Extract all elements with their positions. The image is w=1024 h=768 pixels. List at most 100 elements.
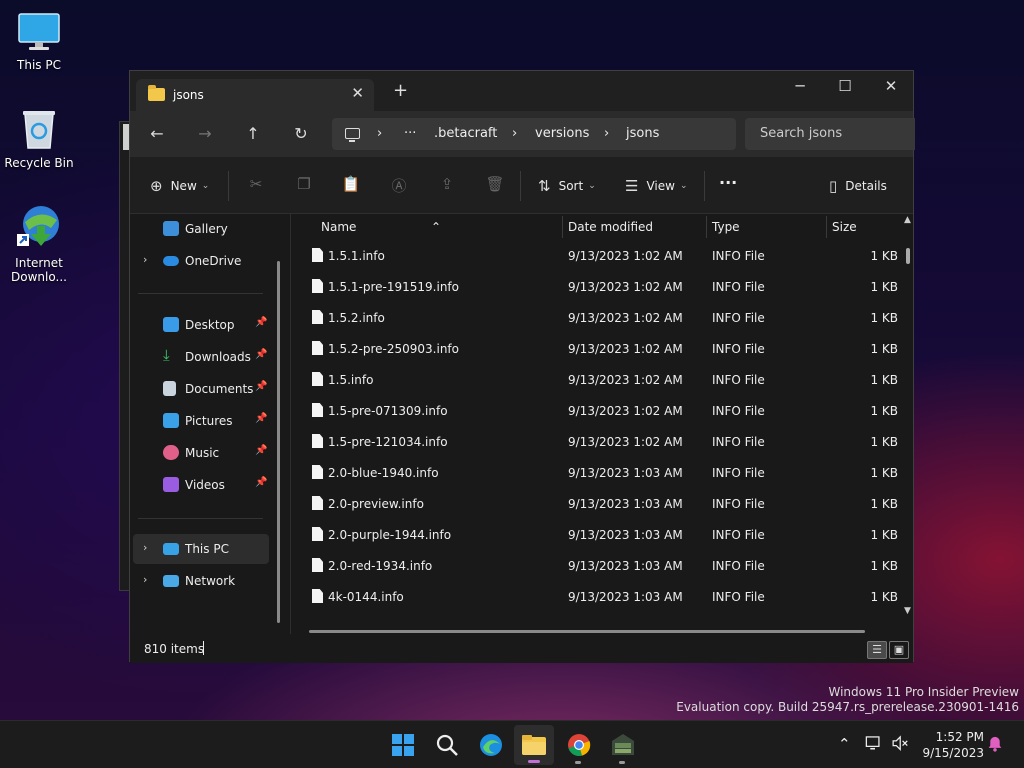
delete-icon[interactable]: 🗑 bbox=[485, 175, 505, 193]
refresh-icon[interactable]: ↻ bbox=[289, 123, 313, 145]
sort-button[interactable]: ⇅ Sort ⌄ bbox=[538, 177, 596, 195]
notification-bell-icon[interactable] bbox=[984, 733, 1006, 755]
table-row[interactable]: 1.5-pre-071309.info 9/13/2023 1:02 AM INFO… bbox=[291, 395, 901, 426]
desktop-icon-label: Recycle Bin bbox=[4, 156, 74, 170]
windows-start-icon[interactable] bbox=[389, 731, 417, 759]
scrollbar-thumb[interactable] bbox=[906, 248, 910, 264]
edge-browser-icon[interactable] bbox=[477, 731, 505, 759]
table-row[interactable]: 1.5.1.info 9/13/2023 1:02 AM INFO File 1 KB bbox=[291, 240, 901, 271]
nav-item-this-pc[interactable]: › This PC bbox=[133, 534, 269, 564]
close-tab-icon[interactable]: ✕ bbox=[351, 84, 364, 102]
onedrive-cloud-icon bbox=[163, 256, 179, 266]
search-input[interactable]: Search jsons bbox=[760, 126, 842, 141]
column-header-type[interactable]: Type bbox=[712, 220, 740, 234]
column-divider[interactable] bbox=[562, 216, 563, 238]
table-row[interactable]: 1.5.1-pre-191519.info 9/13/2023 1:02 AM IN… bbox=[291, 271, 901, 302]
file-explorer-taskbar-button[interactable] bbox=[514, 725, 554, 765]
file-icon bbox=[312, 434, 323, 448]
nav-item-network[interactable]: › Network bbox=[130, 566, 270, 596]
desktop-icon-this-pc[interactable]: This PC bbox=[1, 12, 77, 72]
file-list-horizontal-scrollbar[interactable] bbox=[309, 630, 865, 633]
view-list-icon: ☰ bbox=[625, 177, 639, 195]
table-row[interactable]: 1.5.info 9/13/2023 1:02 AM INFO File 1 KB bbox=[291, 364, 901, 395]
rename-icon[interactable]: Ⓐ bbox=[389, 175, 409, 196]
column-header-date-modified[interactable]: Date modified bbox=[568, 220, 653, 234]
nav-item-pictures[interactable]: Pictures 📌 bbox=[130, 406, 270, 436]
file-icon bbox=[312, 403, 323, 417]
nav-item-desktop[interactable]: Desktop 📌 bbox=[130, 310, 270, 340]
cut-icon[interactable]: ✂ bbox=[246, 175, 266, 193]
table-row[interactable]: 1.5-pre-121034.info 9/13/2023 1:02 AM INFO… bbox=[291, 426, 901, 457]
taskbar: ⌃ 1:52 PM 9/15/2023 bbox=[0, 720, 1024, 768]
search-icon[interactable] bbox=[433, 731, 461, 759]
table-row[interactable]: 2.0-preview.info 9/13/2023 1:03 AM INFO Fi… bbox=[291, 488, 901, 519]
nav-item-onedrive[interactable]: › OneDrive bbox=[130, 246, 270, 276]
search-box[interactable]: Search jsons bbox=[745, 118, 915, 150]
details-button[interactable]: ▯ Details bbox=[829, 177, 887, 195]
up-arrow-icon[interactable]: ↑ bbox=[241, 123, 265, 145]
network-icon[interactable] bbox=[864, 733, 886, 755]
desktop-icon-internet-download-manager[interactable]: Internet Downlo... bbox=[1, 204, 77, 284]
share-icon[interactable]: ⇪ bbox=[437, 175, 457, 193]
nav-item-downloads[interactable]: ⤓ Downloads 📌 bbox=[130, 342, 270, 372]
nav-divider bbox=[138, 518, 263, 519]
videos-icon bbox=[163, 477, 179, 492]
scroll-down-arrow-icon[interactable]: ▼ bbox=[904, 606, 911, 616]
table-row[interactable]: 2.0-purple-1944.info 9/13/2023 1:03 AM INF… bbox=[291, 519, 901, 550]
chevron-right-icon[interactable]: › bbox=[143, 573, 147, 586]
maximize-button[interactable]: ☐ bbox=[822, 71, 868, 103]
table-row[interactable]: 2.0-blue-1940.info 9/13/2023 1:03 AM INFO … bbox=[291, 457, 901, 488]
paste-icon[interactable]: 📋 bbox=[341, 175, 361, 193]
breadcrumb-ellipsis[interactable]: ··· bbox=[404, 126, 416, 141]
sort-label: Sort bbox=[558, 179, 584, 193]
details-view-button[interactable]: ☰ bbox=[867, 641, 887, 659]
chevron-right-icon[interactable]: › bbox=[143, 253, 147, 266]
nav-item-gallery[interactable]: Gallery bbox=[130, 214, 270, 244]
new-label: New bbox=[170, 179, 197, 193]
speaker-muted-icon[interactable] bbox=[890, 733, 912, 755]
nav-item-documents[interactable]: Documents 📌 bbox=[130, 374, 270, 404]
file-icon bbox=[312, 372, 323, 386]
scroll-up-arrow-icon[interactable]: ▲ bbox=[904, 215, 911, 225]
file-list-vertical-scrollbar[interactable]: ▲ ▼ bbox=[904, 214, 914, 622]
nav-item-videos[interactable]: Videos 📌 bbox=[130, 470, 270, 500]
file-icon bbox=[312, 558, 323, 572]
column-divider[interactable] bbox=[826, 216, 827, 238]
forward-arrow-icon[interactable]: → bbox=[193, 123, 217, 145]
system-clock[interactable]: 1:52 PM 9/15/2023 bbox=[922, 729, 984, 761]
table-row[interactable]: 1.5.2.info 9/13/2023 1:02 AM INFO File 1 KB bbox=[291, 302, 901, 333]
close-button[interactable]: ✕ bbox=[868, 71, 914, 103]
view-button[interactable]: ☰ View ⌄ bbox=[625, 177, 687, 195]
breadcrumb-betacraft[interactable]: .betacraft bbox=[434, 126, 497, 141]
title-bar[interactable]: jsons ✕ + ─ ☐ ✕ bbox=[130, 71, 913, 111]
table-row[interactable]: 1.5.2-pre-250903.info 9/13/2023 1:02 AM IN… bbox=[291, 333, 901, 364]
nav-scrollbar[interactable] bbox=[277, 261, 280, 623]
chevron-right-icon[interactable]: › bbox=[143, 541, 147, 554]
tab-jsons[interactable]: jsons ✕ bbox=[136, 79, 374, 111]
address-bar[interactable]: › ··· .betacraft › versions › jsons bbox=[332, 118, 736, 150]
table-row[interactable]: 2.0-red-1934.info 9/13/2023 1:03 AM INFO F… bbox=[291, 550, 901, 581]
music-icon bbox=[163, 445, 179, 460]
chevron-up-icon[interactable]: ⌃ bbox=[838, 735, 851, 753]
desktop-icon-recycle-bin[interactable]: Recycle Bin bbox=[1, 108, 77, 170]
copy-icon[interactable]: ❐ bbox=[294, 175, 314, 193]
betacraft-launcher-icon[interactable] bbox=[609, 731, 637, 759]
navigation-pane: Gallery › OneDrive Desktop 📌 ⤓ Downloads… bbox=[130, 214, 290, 634]
new-button[interactable]: ⊕ New ⌄ bbox=[150, 177, 209, 195]
breadcrumb-jsons[interactable]: jsons bbox=[626, 126, 659, 141]
large-icons-view-button[interactable]: ▣ bbox=[889, 641, 909, 659]
breadcrumb-versions[interactable]: versions bbox=[535, 126, 589, 141]
recycle-bin-icon bbox=[23, 111, 55, 149]
more-options-button[interactable]: ··· bbox=[719, 173, 737, 192]
chrome-browser-icon[interactable] bbox=[565, 731, 593, 759]
minimize-button[interactable]: ─ bbox=[777, 71, 823, 103]
table-row[interactable]: 4k-0144.info 9/13/2023 1:03 AM INFO File 1 … bbox=[291, 581, 901, 612]
column-header-size[interactable]: Size bbox=[832, 220, 857, 234]
file-explorer-window[interactable]: jsons ✕ + ─ ☐ ✕ ← → ↑ ↻ › ··· .betacraft… bbox=[129, 70, 915, 663]
column-divider[interactable] bbox=[706, 216, 707, 238]
toolbar-divider bbox=[520, 171, 521, 201]
column-header-name[interactable]: Name bbox=[321, 220, 356, 234]
nav-item-music[interactable]: Music 📌 bbox=[130, 438, 270, 468]
new-tab-button[interactable]: + bbox=[393, 82, 408, 100]
back-arrow-icon[interactable]: ← bbox=[145, 123, 169, 145]
